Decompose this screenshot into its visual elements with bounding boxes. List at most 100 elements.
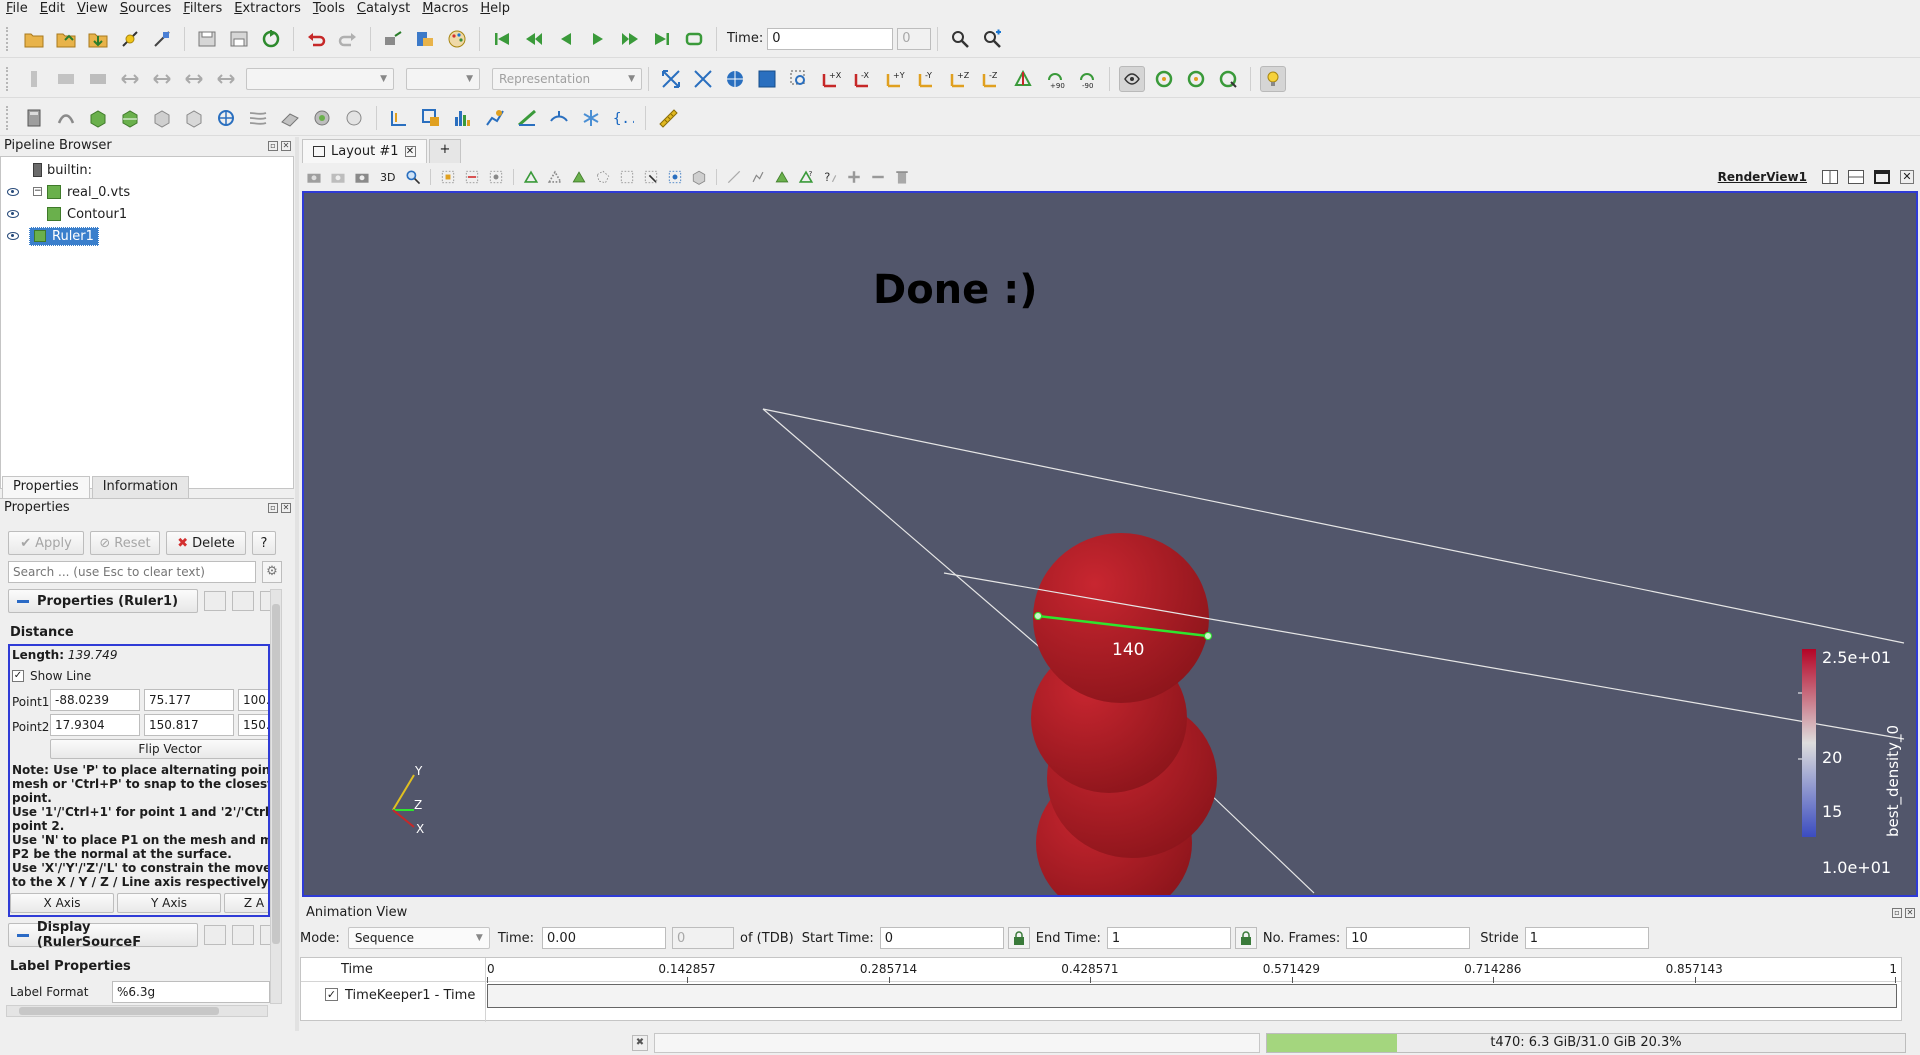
lock-start-icon[interactable] xyxy=(1007,927,1030,949)
rotate-minus-90-icon[interactable]: -90 xyxy=(1074,66,1100,92)
undo-icon[interactable] xyxy=(303,26,329,52)
close-tab-icon[interactable]: ✕ xyxy=(404,146,416,157)
collapse-icon[interactable]: − xyxy=(33,187,42,196)
anim-time-index-spinbox[interactable] xyxy=(672,927,735,949)
y-axis-button[interactable]: Y Axis xyxy=(117,893,221,913)
point1-z-input[interactable] xyxy=(238,689,268,711)
camera-link-icon[interactable] xyxy=(380,26,406,52)
histogram-icon[interactable] xyxy=(450,105,476,131)
toolbar-handle[interactable] xyxy=(6,105,12,130)
view-plus-y-icon[interactable]: +Y xyxy=(882,66,908,92)
menu-edit[interactable]: Edit xyxy=(34,0,71,18)
save-state-icon[interactable] xyxy=(194,26,220,52)
paste-icon[interactable] xyxy=(232,925,254,945)
close-icon[interactable]: ✕ xyxy=(281,503,291,513)
pick-center-icon[interactable] xyxy=(1215,66,1241,92)
scrollbar-thumb[interactable] xyxy=(272,604,280,944)
select-cells-on-icon[interactable] xyxy=(522,168,540,186)
first-frame-icon[interactable] xyxy=(489,26,515,52)
color-by-combo[interactable]: ▼ xyxy=(246,67,394,90)
glyph-icon[interactable] xyxy=(213,105,239,131)
time-index-spinbox[interactable] xyxy=(897,27,932,50)
menu-tools[interactable]: Tools xyxy=(307,0,351,18)
paste-icon[interactable] xyxy=(232,591,254,611)
point2-x-input[interactable] xyxy=(50,714,140,736)
menu-extractors[interactable]: Extractors xyxy=(228,0,307,18)
rescale-data-icon[interactable] xyxy=(213,66,239,92)
extract-level-icon[interactable] xyxy=(341,105,367,131)
previous-frame-icon[interactable] xyxy=(521,26,547,52)
end-time-input[interactable] xyxy=(1106,927,1231,949)
memory-usage-bar[interactable]: t470: 6.3 GiB/31.0 GiB 20.3% xyxy=(1266,1033,1906,1053)
zoom-to-data-icon[interactable] xyxy=(722,66,748,92)
ruler-point2-handle[interactable] xyxy=(1204,632,1212,640)
copy-icon[interactable] xyxy=(204,591,226,611)
hover-points-icon[interactable] xyxy=(666,168,684,186)
add-layout-tab[interactable]: + xyxy=(428,139,462,163)
help-button[interactable]: ? xyxy=(252,531,276,555)
zoom-closest-icon[interactable] xyxy=(979,26,1005,52)
track-enable-checkbox[interactable]: ✓ xyxy=(325,988,338,1001)
stride-input[interactable] xyxy=(1524,927,1649,949)
load-state-icon[interactable] xyxy=(226,26,252,52)
zoom-icon[interactable] xyxy=(404,168,422,186)
plot-over-time-icon[interactable] xyxy=(514,105,540,131)
menu-file[interactable]: File xyxy=(0,0,34,18)
color-legend[interactable]: 2.5e+01 20 15 1.0e+01 best_density_0 xyxy=(1798,648,1903,877)
interaction-mode-icon[interactable] xyxy=(1119,65,1145,92)
play-icon[interactable] xyxy=(585,26,611,52)
toolbar-handle[interactable] xyxy=(6,26,12,51)
zoom-box-icon[interactable] xyxy=(754,66,780,92)
frames-input[interactable] xyxy=(1346,927,1471,949)
reset-center-icon[interactable] xyxy=(1183,66,1209,92)
toggle-3d-button[interactable]: 3D xyxy=(380,171,395,184)
z-axis-button[interactable]: Z A xyxy=(224,893,268,913)
play-backward-icon[interactable] xyxy=(553,26,579,52)
select-blocks-icon[interactable] xyxy=(618,168,636,186)
representation-combo[interactable]: Representation ▼ xyxy=(492,67,642,90)
save-data-icon[interactable] xyxy=(85,26,111,52)
warp-by-vector-icon[interactable] xyxy=(277,105,303,131)
table-scroll-area[interactable] xyxy=(301,1008,1901,1020)
select-cells-icon[interactable] xyxy=(439,168,457,186)
tab-information[interactable]: Information xyxy=(91,476,189,498)
menu-filters[interactable]: Filters xyxy=(177,0,228,18)
color-palette-icon[interactable] xyxy=(444,26,470,52)
scrollbar-thumb[interactable] xyxy=(19,1007,219,1015)
plot-data-icon[interactable] xyxy=(482,105,508,131)
point2-z-input[interactable] xyxy=(238,714,268,736)
loop-icon[interactable] xyxy=(681,26,707,52)
render-view-name[interactable]: RenderView1 xyxy=(1718,170,1807,184)
threshold-icon[interactable] xyxy=(149,105,175,131)
subtract-selection-icon[interactable] xyxy=(869,168,887,186)
rescale-visible-icon[interactable] xyxy=(149,66,175,92)
interactive-select-icon[interactable] xyxy=(642,168,660,186)
track-timeline[interactable] xyxy=(487,984,1897,1008)
snowflake-icon[interactable] xyxy=(578,105,604,131)
redo-icon[interactable] xyxy=(335,26,361,52)
ruler-icon[interactable] xyxy=(655,105,681,131)
camera-icon[interactable] xyxy=(353,168,371,186)
clip-icon[interactable] xyxy=(85,105,111,131)
copy-icon[interactable] xyxy=(204,925,226,945)
anim-time-input[interactable] xyxy=(542,927,667,949)
visibility-eye-icon[interactable] xyxy=(7,232,19,240)
select-points-icon[interactable] xyxy=(487,168,505,186)
delete-button[interactable]: ✖ Delete xyxy=(166,531,246,555)
mode-combo[interactable]: Sequence ▼ xyxy=(347,927,490,949)
toolbar-handle[interactable] xyxy=(6,66,12,91)
label-format-input[interactable] xyxy=(112,981,270,1003)
pipeline-root[interactable]: builtin: xyxy=(1,160,293,180)
extract-selection-icon[interactable] xyxy=(773,168,791,186)
panel-splitter[interactable] xyxy=(295,137,299,1037)
select-frustum-icon[interactable] xyxy=(570,168,588,186)
query-selection-icon[interactable]: ? xyxy=(821,168,839,186)
add-selection-icon[interactable] xyxy=(845,168,863,186)
group-datasets-icon[interactable] xyxy=(309,105,335,131)
flip-vector-button[interactable]: Flip Vector xyxy=(50,739,268,759)
contour-icon[interactable] xyxy=(53,105,79,131)
undock-icon[interactable]: ▫ xyxy=(268,503,278,513)
ruler-point1-handle[interactable] xyxy=(1034,612,1042,620)
animation-track-row[interactable]: ✓ TimeKeeper1 - Time xyxy=(301,984,1901,1008)
zoom-data-icon[interactable] xyxy=(947,26,973,52)
